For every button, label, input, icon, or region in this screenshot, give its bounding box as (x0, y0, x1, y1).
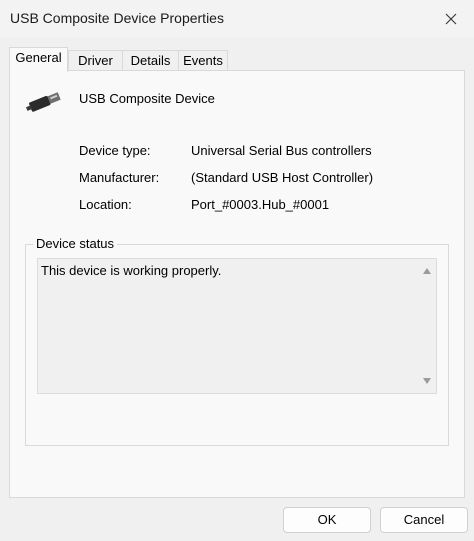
status-scrollbar[interactable] (419, 259, 436, 393)
close-icon (445, 13, 457, 25)
tab-events[interactable]: Events (178, 50, 228, 70)
device-status-text: This device is working properly. (41, 263, 222, 278)
cancel-button[interactable]: Cancel (380, 507, 468, 533)
close-button[interactable] (428, 0, 474, 38)
device-name: USB Composite Device (79, 91, 215, 106)
device-type-value: Universal Serial Bus controllers (191, 143, 372, 158)
scroll-up-icon[interactable] (423, 268, 431, 274)
device-type-label: Device type: (79, 143, 151, 158)
tab-general[interactable]: General (9, 47, 68, 72)
location-label: Location: (79, 197, 132, 212)
usb-connector-icon (26, 92, 61, 112)
location-value: Port_#0003.Hub_#0001 (191, 197, 330, 212)
device-status-textbox[interactable]: This device is working properly. (37, 258, 437, 394)
manufacturer-label: Manufacturer: (79, 170, 160, 185)
title-bar: USB Composite Device Properties (0, 0, 474, 38)
manufacturer-value: (Standard USB Host Controller) (191, 170, 374, 185)
tab-details[interactable]: Details (122, 50, 179, 70)
ok-button[interactable]: OK (283, 507, 371, 533)
tab-driver[interactable]: Driver (68, 50, 123, 70)
scroll-down-icon[interactable] (423, 378, 431, 384)
window-title: USB Composite Device Properties (10, 10, 224, 26)
device-status-label: Device status (33, 236, 118, 251)
